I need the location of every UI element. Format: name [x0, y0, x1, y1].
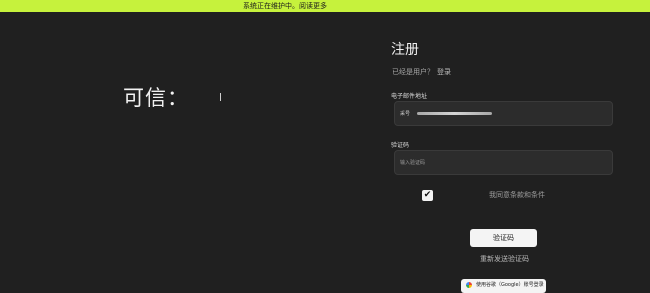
terms-label: 我同意条款和条件 — [489, 191, 545, 199]
code-label: 验证码 — [391, 142, 410, 149]
verify-code-button[interactable]: 验证码 — [470, 229, 537, 247]
google-signin-label: 使用谷歌（Google）账号登录 — [476, 282, 544, 288]
google-signin-button[interactable]: 使用谷歌（Google）账号登录 — [461, 279, 546, 293]
login-link[interactable]: 登录 — [437, 68, 451, 76]
maintenance-banner-text[interactable]: 系统正在维护中。阅读更多 — [243, 0, 327, 12]
terms-checkbox[interactable]: ✔ — [422, 190, 433, 201]
email-label: 电子邮件地址 — [391, 93, 428, 100]
email-redaction — [417, 112, 492, 115]
login-prompt-text: 已经是用户？ — [392, 68, 434, 76]
maintenance-banner[interactable]: 系统正在维护中。阅读更多 — [0, 0, 650, 12]
code-field-wrapper[interactable] — [394, 150, 613, 175]
login-prompt-row: 已经是用户？ 登录 — [392, 67, 451, 77]
signup-title: 注册 — [391, 42, 419, 58]
google-icon — [466, 282, 472, 288]
text-cursor — [220, 93, 221, 101]
resend-code-link[interactable]: 重新发送验证码 — [480, 254, 529, 264]
trust-heading: 可信： — [123, 86, 189, 110]
email-field-wrapper[interactable] — [394, 101, 613, 126]
verification-code-input[interactable] — [400, 151, 605, 174]
